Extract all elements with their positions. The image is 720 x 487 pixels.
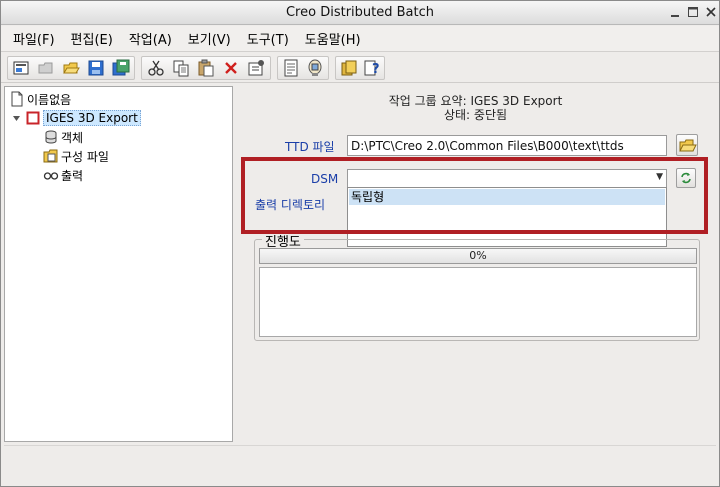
open-folder-icon xyxy=(679,137,697,158)
new-icon[interactable] xyxy=(12,59,30,77)
toolbar-group-file xyxy=(7,56,135,80)
ttd-label: TTD 파일 xyxy=(285,140,335,154)
tree-root-label: 이름없음 xyxy=(27,92,72,107)
open-disabled-icon[interactable] xyxy=(37,59,55,77)
job-details-panel: 작업 그룹 요약: IGES 3D Export 상태: 중단됨 TTD 파일 … xyxy=(235,86,716,442)
monitor-icon[interactable] xyxy=(306,59,324,77)
refresh-button[interactable] xyxy=(676,168,696,188)
menu-help[interactable]: 도움말(H) xyxy=(299,29,367,48)
config-folder-icon xyxy=(43,148,59,164)
cut-icon[interactable] xyxy=(147,59,165,77)
ttd-file-field[interactable]: D:\PTC\Creo 2.0\Common Files\B000\text\t… xyxy=(347,135,667,156)
log-area[interactable] xyxy=(259,267,697,337)
app-window: Creo Distributed Batch 파일(F) 편집(E) 작업(A)… xyxy=(0,0,720,487)
menu-edit[interactable]: 편집(E) xyxy=(65,29,119,48)
help-icon[interactable]: ? xyxy=(363,59,381,77)
glasses-icon xyxy=(43,167,59,183)
window-title: Creo Distributed Batch xyxy=(285,5,434,20)
status-bar xyxy=(4,445,716,483)
copy-icon[interactable] xyxy=(172,59,190,77)
progress-percent: 0% xyxy=(469,249,487,262)
delete-icon[interactable] xyxy=(222,59,240,77)
properties-icon[interactable] xyxy=(247,59,265,77)
dsm-dropdown-list[interactable]: 독립형 xyxy=(347,187,667,247)
save-as-icon[interactable] xyxy=(112,59,130,77)
toolbar-group-view xyxy=(277,56,329,80)
document-icon[interactable] xyxy=(282,59,300,77)
output-dir-label: 출력 디렉토리 xyxy=(255,198,326,212)
job-tree-panel[interactable]: 이름없음 IGES 3D Export 객체 구성 파일 출력 xyxy=(4,86,233,442)
minimize-icon[interactable] xyxy=(667,4,683,20)
menu-job[interactable]: 작업(A) xyxy=(123,29,178,48)
progress-bar: 0% xyxy=(259,248,697,264)
tree-item-config-label: 구성 파일 xyxy=(61,149,109,164)
tree-item-output-label: 출력 xyxy=(61,168,84,183)
status-line: 상태: 중단됨 xyxy=(443,108,508,122)
chevron-down-icon[interactable]: ▼ xyxy=(656,172,663,182)
toolbar-group-help: ? xyxy=(335,56,385,80)
tree-task[interactable]: IGES 3D Export xyxy=(11,109,141,127)
task-icon xyxy=(25,110,41,126)
tree-item-objects-label: 객체 xyxy=(61,130,84,145)
close-icon[interactable] xyxy=(703,4,719,20)
dsm-option-standalone[interactable]: 독립형 xyxy=(349,189,665,205)
toolbar: ? xyxy=(1,53,719,83)
toolbar-group-edit xyxy=(141,56,271,80)
browse-button[interactable] xyxy=(676,134,698,156)
tree-item-objects[interactable]: 객체 xyxy=(43,128,85,146)
save-icon[interactable] xyxy=(87,59,105,77)
refresh-icon xyxy=(679,171,693,188)
menu-file[interactable]: 파일(F) xyxy=(7,29,61,48)
document-icon xyxy=(9,91,25,107)
dsm-label: DSM xyxy=(311,172,339,186)
menu-tools[interactable]: 도구(T) xyxy=(241,29,295,48)
menu-view[interactable]: 보기(V) xyxy=(182,29,237,48)
maximize-icon[interactable] xyxy=(685,4,701,20)
title-bar[interactable]: Creo Distributed Batch xyxy=(1,1,719,25)
tree-item-output[interactable]: 출력 xyxy=(43,166,85,184)
open-folder-icon[interactable] xyxy=(62,59,80,77)
tree-root[interactable]: 이름없음 xyxy=(9,90,73,108)
svg-text:?: ? xyxy=(372,62,380,77)
dsm-select[interactable]: ▼ xyxy=(347,169,667,188)
paste-icon[interactable] xyxy=(197,59,215,77)
menu-bar: 파일(F) 편집(E) 작업(A) 보기(V) 도구(T) 도움말(H) xyxy=(1,26,719,52)
db-icon[interactable] xyxy=(340,59,358,77)
expand-arrow-icon[interactable] xyxy=(11,110,23,126)
tree-task-label: IGES 3D Export xyxy=(43,110,141,126)
database-icon xyxy=(43,129,59,145)
tree-item-config[interactable]: 구성 파일 xyxy=(43,147,111,165)
